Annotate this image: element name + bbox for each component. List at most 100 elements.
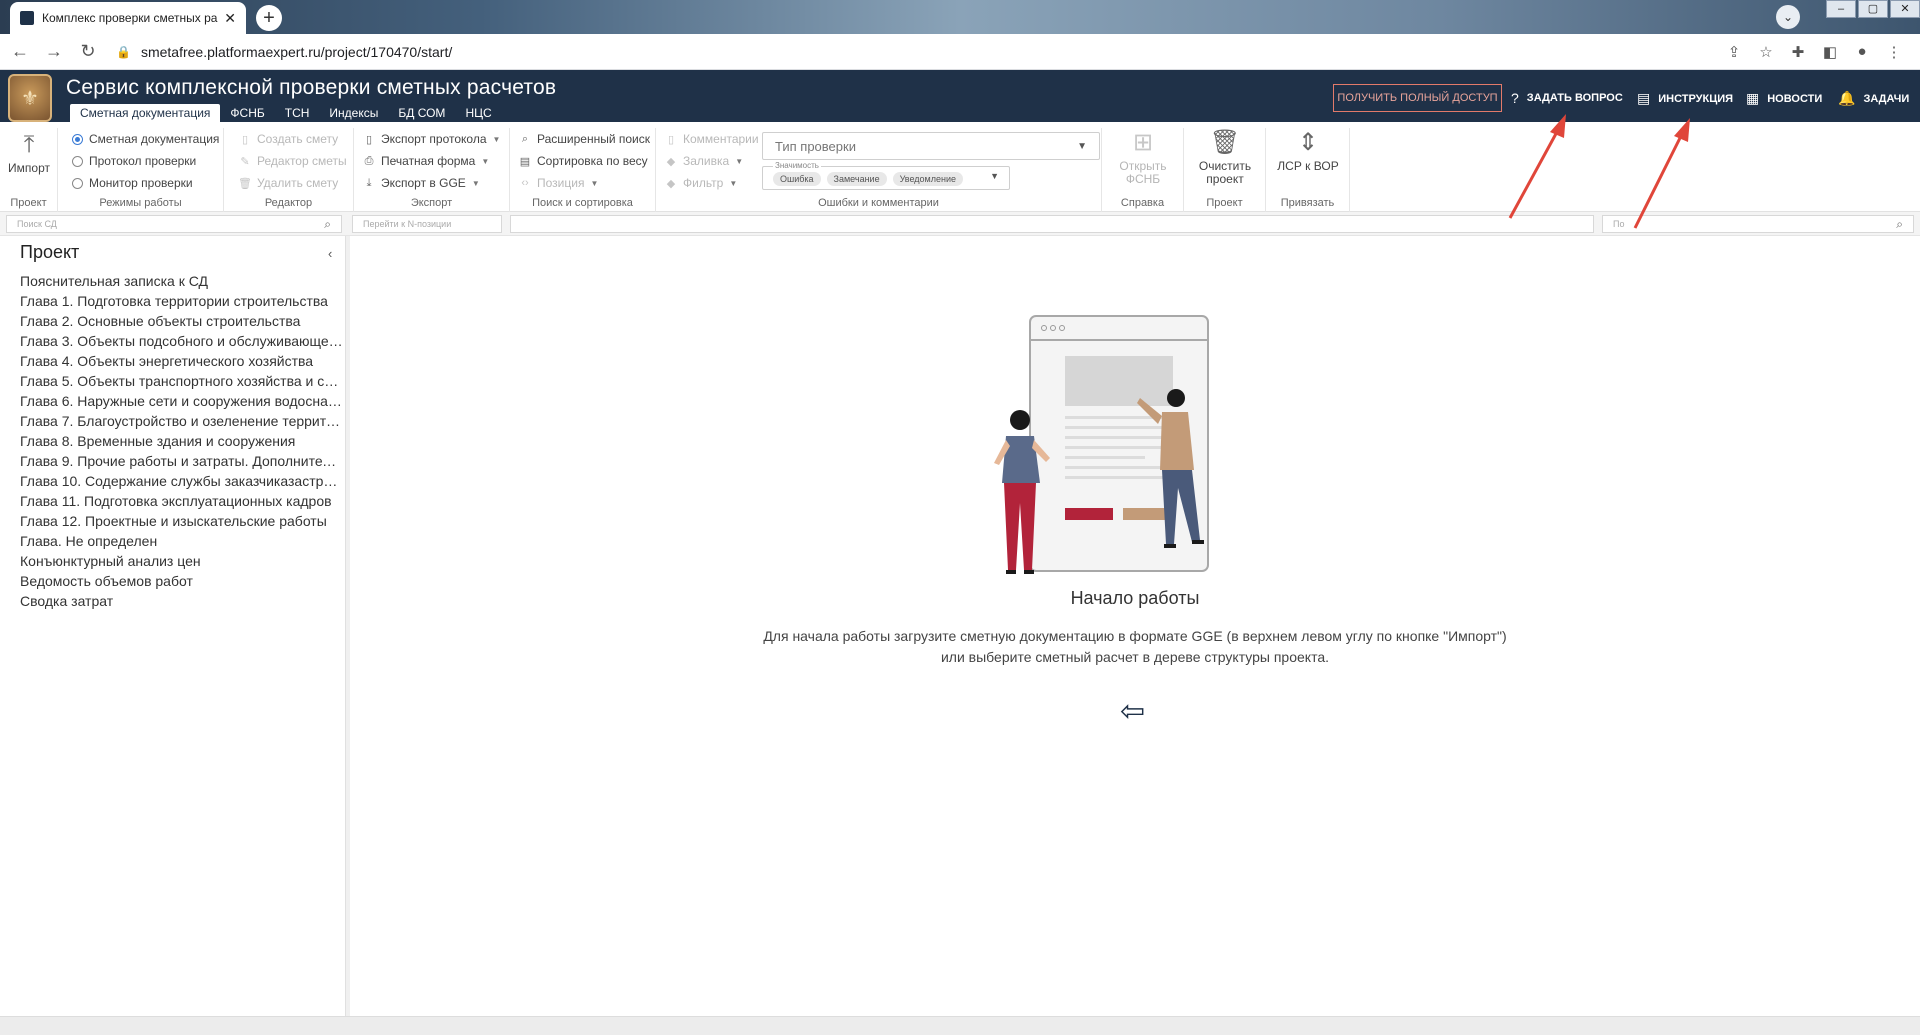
- filter-button[interactable]: ◆ Фильтр ▼: [664, 176, 737, 190]
- print-form-button[interactable]: ⎙ Печатная форма ▼: [362, 154, 490, 168]
- tree-item[interactable]: Глава 6. Наружные сети и сооружения водо…: [20, 391, 344, 411]
- mode-monitor-radio[interactable]: Монитор проверки: [72, 176, 193, 190]
- tree-item[interactable]: Конъюнктурный анализ цен: [20, 551, 344, 571]
- tab-nts[interactable]: НЦС: [455, 104, 501, 122]
- bell-icon: 🔔: [1838, 90, 1856, 106]
- tree-item[interactable]: Ведомость объемов работ: [20, 571, 344, 591]
- tab-indexes[interactable]: Индексы: [319, 104, 388, 122]
- extensions-icon[interactable]: ✚: [1782, 43, 1814, 61]
- group-help: ⊞ Открыть ФСНБ Справка: [1102, 128, 1184, 212]
- create-estimate-button[interactable]: ▯ Создать смету: [238, 132, 338, 146]
- mode-label: Монитор проверки: [89, 176, 193, 190]
- tasks-link[interactable]: 🔔 ЗАДАЧИ: [1838, 90, 1909, 107]
- tab-close-icon[interactable]: ✕: [224, 10, 236, 27]
- severity-chip-notice[interactable]: Уведомление: [892, 172, 963, 186]
- tree-item[interactable]: Глава. Не определен: [20, 531, 344, 551]
- tree-item[interactable]: Сводка затрат: [20, 591, 344, 611]
- collapse-chevron-icon[interactable]: ‹: [328, 246, 332, 261]
- tasks-label: ЗАДАЧИ: [1863, 92, 1910, 105]
- severity-select[interactable]: Значимость Ошибка Замечание Уведомление …: [762, 161, 1010, 190]
- comments-button[interactable]: ▯ Комментарии: [664, 132, 759, 146]
- group-label-search: Поиск и сортировка: [532, 197, 633, 209]
- search-sd-input[interactable]: Поиск СД ⌕: [6, 215, 342, 233]
- tree-item[interactable]: Глава 5. Объекты транспортного хозяйства…: [20, 371, 344, 391]
- tree-item[interactable]: Глава 10. Содержание службы заказчиказас…: [20, 471, 344, 491]
- sort-by-weight-button[interactable]: ▤ Сортировка по весу: [518, 154, 648, 168]
- browser-tab[interactable]: Комплекс проверки сметных ра ✕: [10, 2, 246, 34]
- import-button[interactable]: ⤒ Импорт: [6, 133, 52, 175]
- right-search-placeholder: По: [1613, 219, 1625, 229]
- back-arrow-icon[interactable]: ←: [6, 41, 34, 62]
- tab-smetnaya[interactable]: Сметная документация: [70, 104, 221, 122]
- project-tree: Пояснительная записка к СД Глава 1. Подг…: [20, 271, 344, 611]
- tree-item[interactable]: Глава 8. Временные здания и сооружения: [20, 431, 344, 451]
- edit-estimate-button[interactable]: ✎ Редактор сметы: [238, 154, 347, 168]
- export-gge-button[interactable]: ⤓ Экспорт в GGE ▼: [362, 176, 480, 190]
- mode-smetnaya-radio[interactable]: Сметная документация: [72, 132, 219, 146]
- group-label-project: Проект: [10, 197, 47, 209]
- ask-question-link[interactable]: ? ЗАДАТЬ ВОПРОС: [1511, 90, 1623, 106]
- group-label-help: Справка: [1120, 197, 1165, 209]
- close-window-icon[interactable]: ✕: [1890, 0, 1920, 18]
- full-access-button[interactable]: ПОЛУЧИТЬ ПОЛНЫЙ ДОСТУП: [1333, 84, 1502, 112]
- ask-question-label: ЗАДАТЬ ВОПРОС: [1526, 92, 1623, 104]
- file-plus-icon: ▯: [241, 133, 249, 146]
- sidepanel-icon[interactable]: ◧: [1814, 43, 1846, 61]
- logo-icon: ⚜: [8, 74, 52, 122]
- tree-item[interactable]: Глава 1. Подготовка территории строитель…: [20, 291, 344, 311]
- export-gge-label: Экспорт в GGE: [381, 176, 466, 190]
- maximize-icon[interactable]: ▢: [1858, 0, 1888, 18]
- instructions-link[interactable]: ▤ ИНСТРУКЦИЯ: [1637, 90, 1733, 107]
- tree-item[interactable]: Глава 11. Подготовка эксплуатационных ка…: [20, 491, 344, 511]
- lsr-to-vor-button[interactable]: ⇕ ЛСР к ВОР: [1272, 129, 1344, 173]
- check-type-select[interactable]: Тип проверки ▼: [762, 132, 1100, 160]
- tree-item[interactable]: Пояснительная записка к СД: [20, 271, 344, 291]
- tree-item[interactable]: Глава 2. Основные объекты строительства: [20, 311, 344, 331]
- share-icon[interactable]: ⇪: [1718, 43, 1750, 61]
- sidebar-title: Проект: [20, 242, 80, 262]
- goto-position-input[interactable]: Перейти к N-позиции: [352, 215, 502, 233]
- tree-item[interactable]: Глава 9. Прочие работы и затраты. Дополн…: [20, 451, 344, 471]
- tree-item[interactable]: Глава 3. Объекты подсобного и обслуживаю…: [20, 331, 344, 351]
- clear-project-button[interactable]: 🗑 Очистить проект: [1192, 131, 1258, 186]
- advanced-search-button[interactable]: ⌕ Расширенный поиск: [518, 132, 650, 146]
- tab-search-chevron-icon[interactable]: ⌄: [1776, 5, 1800, 29]
- minimize-icon[interactable]: –: [1826, 0, 1856, 18]
- delete-estimate-button[interactable]: 🗑 Удалить смету: [238, 176, 338, 190]
- tab-fsnb[interactable]: ФСНБ: [220, 104, 274, 122]
- tab-tsn[interactable]: ТСН: [275, 104, 320, 122]
- mode-protocol-radio[interactable]: Протокол проверки: [72, 154, 196, 168]
- news-link[interactable]: ▦ НОВОСТИ: [1746, 90, 1822, 107]
- reload-icon[interactable]: ↻: [74, 41, 102, 62]
- project-sidebar: Проект ‹ Пояснительная записка к СД Глав…: [0, 236, 346, 1016]
- open-fsnb-button[interactable]: ⊞ Открыть ФСНБ: [1110, 131, 1176, 186]
- tree-item[interactable]: Глава 12. Проектные и изыскательские раб…: [20, 511, 344, 531]
- group-export: ▯ Экспорт протокола ▼ ⎙ Печатная форма ▼…: [354, 128, 510, 212]
- merge-arrows-icon: ⇕: [1297, 129, 1319, 156]
- main-tabs: Сметная документация ФСНБ ТСН Индексы БД…: [70, 104, 502, 122]
- new-tab-button[interactable]: +: [256, 5, 282, 31]
- right-search-input[interactable]: По ⌕: [1602, 215, 1914, 233]
- severity-chip-remark[interactable]: Замечание: [826, 172, 887, 186]
- tree-item[interactable]: Глава 7. Благоустройство и озеленение те…: [20, 411, 344, 431]
- url-field[interactable]: 🔒 smetafree.platformaexpert.ru/project/1…: [116, 44, 1718, 60]
- fill-button[interactable]: ◆ Заливка ▼: [664, 154, 743, 168]
- menu-kebab-icon[interactable]: ⋮: [1878, 43, 1910, 61]
- group-label-modes: Режимы работы: [99, 197, 182, 209]
- start-description: Для начала работы загрузите сметную доку…: [650, 626, 1620, 668]
- main-filter-input[interactable]: [510, 215, 1594, 233]
- edit-estimate-label: Редактор сметы: [257, 154, 347, 168]
- position-button[interactable]: ‹› Позиция ▼: [518, 176, 598, 190]
- goto-position-placeholder: Перейти к N-позиции: [363, 219, 452, 229]
- forward-arrow-icon[interactable]: →: [40, 41, 68, 62]
- severity-chip-error[interactable]: Ошибка: [773, 172, 821, 186]
- tree-item[interactable]: Глава 4. Объекты энергетического хозяйст…: [20, 351, 344, 371]
- lock-icon[interactable]: 🔒: [116, 45, 131, 59]
- star-icon[interactable]: ☆: [1750, 43, 1782, 61]
- code-brackets-icon: ‹›: [521, 177, 529, 189]
- news-icon: ▦: [1746, 90, 1760, 106]
- tab-bd-som[interactable]: БД СОМ: [388, 104, 455, 122]
- profile-icon[interactable]: ●: [1846, 43, 1878, 61]
- export-protocol-button[interactable]: ▯ Экспорт протокола ▼: [362, 132, 500, 146]
- radio-unselected: [72, 177, 83, 189]
